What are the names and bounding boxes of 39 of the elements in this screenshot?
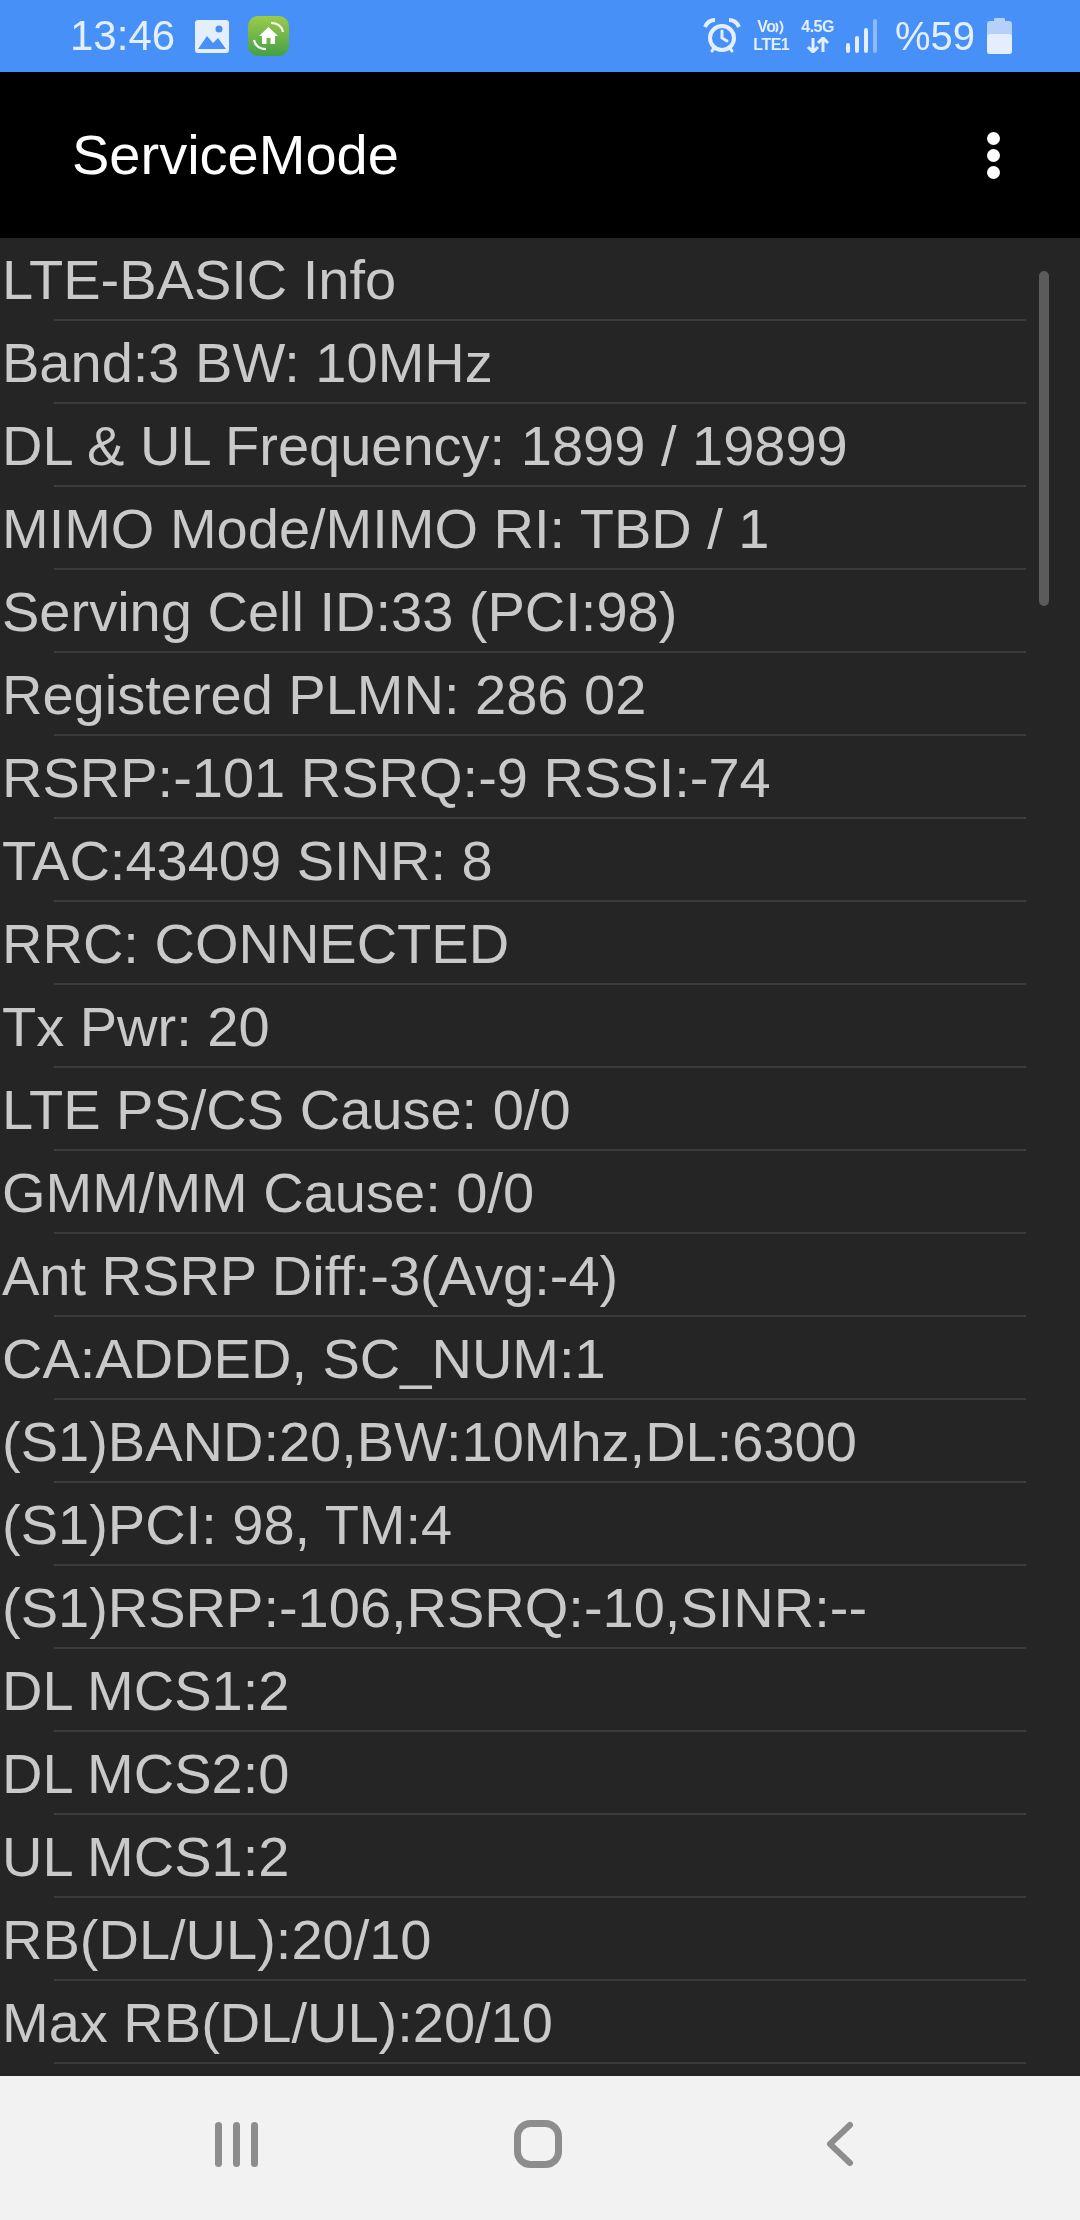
status-time: 13:46	[70, 15, 176, 57]
info-line: DL MCS2:0	[2, 1743, 290, 1806]
back-icon[interactable]	[826, 2121, 854, 2167]
info-line: TAC:43409 SINR: 8	[2, 830, 493, 893]
info-line: Band:3 BW: 10MHz	[2, 332, 493, 395]
info-line: LTE PS/CS Cause: 0/0	[2, 1079, 571, 1142]
info-line: DL & UL Frequency: 1899 / 19899	[2, 415, 848, 478]
info-line: (S1)BAND:20,BW:10Mhz,DL:6300	[2, 1411, 857, 1474]
info-line: RB(DL/UL):20/10	[2, 1909, 432, 1972]
home-icon[interactable]	[514, 2120, 562, 2168]
more-options-icon[interactable]	[987, 131, 1000, 179]
info-line: MIMO Mode/MIMO RI: TBD / 1	[2, 498, 770, 561]
info-line: UL MCS1:2	[2, 1826, 290, 1889]
info-line: Tx Pwr: 20	[2, 996, 270, 1059]
network-type-label: 4.5G	[801, 19, 834, 35]
signal-icon	[845, 19, 877, 53]
info-line: (S1)PCI: 98, TM:4	[2, 1494, 453, 1557]
info-line: RRC: CONNECTED	[2, 913, 510, 976]
house-app-icon	[248, 16, 290, 56]
app-title: ServiceMode	[72, 124, 399, 186]
info-line: Max RB(DL/UL):20/10	[2, 1992, 553, 2055]
recent-apps-icon[interactable]	[214, 2121, 258, 2167]
info-line: DL MCS1:2	[2, 1660, 290, 1723]
alarm-clock-icon	[703, 18, 742, 54]
data-arrows-icon	[805, 37, 830, 53]
info-line: Ant RSRP Diff:-3(Avg:-4)	[2, 1245, 619, 1308]
signal-waves-icon	[775, 19, 786, 35]
info-line: GMM/MM Cause: 0/0	[2, 1162, 535, 1225]
image-icon	[195, 19, 230, 53]
info-line: (S1)RSRP:-106,RSRQ:-10,SINR:--	[2, 1577, 868, 1640]
battery-percentage: %59	[894, 16, 975, 56]
volte-label: Vo	[757, 19, 776, 35]
info-line: Registered PLMN: 286 02	[2, 664, 647, 727]
battery-icon	[987, 18, 1012, 54]
volte-sim-label: LTE1	[753, 37, 790, 53]
info-line: CA:ADDED, SC_NUM:1	[2, 1328, 606, 1391]
info-line: Serving Cell ID:33 (PCI:98)	[2, 581, 678, 644]
info-line: RSRP:-101 RSRQ:-9 RSSI:-74	[2, 747, 771, 810]
info-line: LTE-BASIC Info	[2, 249, 397, 312]
